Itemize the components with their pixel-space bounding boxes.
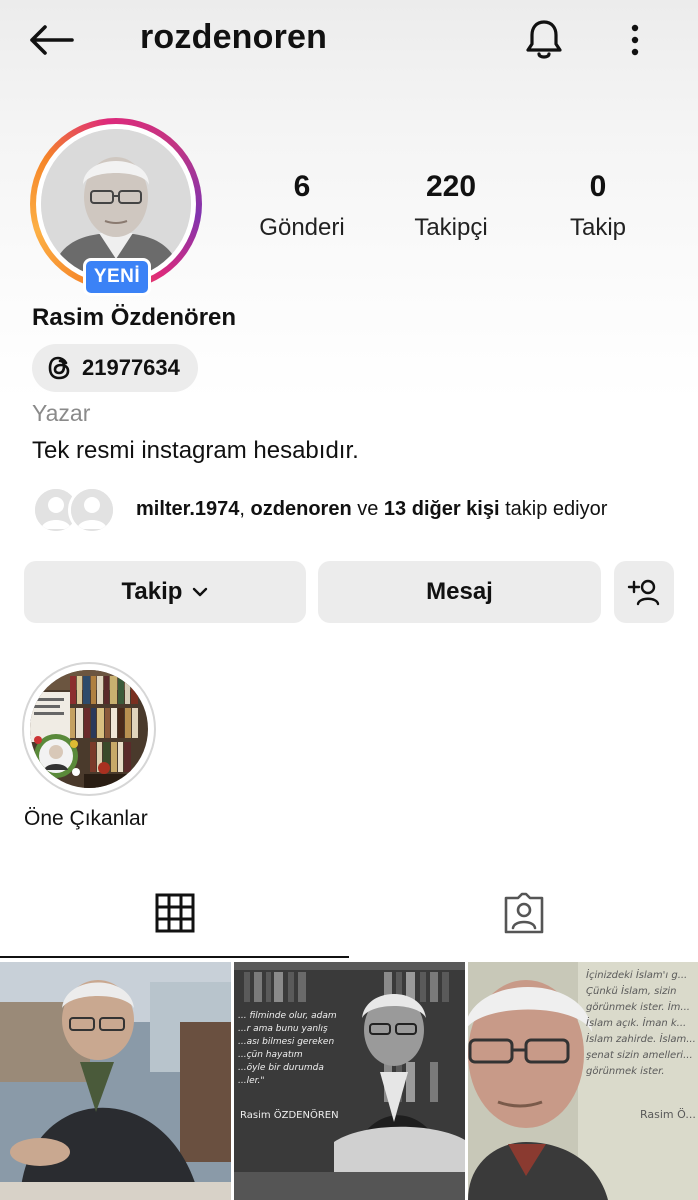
following-button[interactable]: Takip: [24, 561, 306, 623]
highlight-ring: [22, 662, 156, 796]
tagged-person-icon: [504, 892, 543, 934]
highlight-cover: [30, 670, 148, 788]
posts-grid: ... filminde olur, adam ...r ama bunu ya…: [0, 962, 698, 1200]
message-button-label: Mesaj: [426, 578, 493, 605]
post-thumbnail[interactable]: ... filminde olur, adam ...r ama bunu ya…: [234, 962, 465, 1200]
threads-badge[interactable]: 21977634: [32, 344, 198, 392]
stat-value: 220: [425, 170, 477, 203]
more-vertical-icon: [631, 24, 639, 56]
stat-value: 0: [589, 170, 607, 203]
arrow-left-icon: [30, 25, 74, 55]
post-signature: Rasim Ö...: [640, 1108, 696, 1121]
threads-icon: [48, 356, 70, 380]
followed-by-others[interactable]: 13 diğer kişi: [384, 498, 500, 520]
stat-posts[interactable]: 6 Gönderi: [232, 170, 372, 242]
profile-avatar[interactable]: YENİ: [30, 118, 202, 296]
stat-label: Gönderi: [259, 214, 345, 241]
followed-by-text: milter.1974, ozdenoren ve 13 diğer kişi …: [136, 498, 608, 520]
story-highlight[interactable]: Öne Çıkanlar: [22, 662, 156, 830]
profile-page: rozdenoren YENİ 6 Gönderi 220 Takipçi 0 …: [0, 0, 698, 1200]
profile-tabs: [0, 870, 698, 960]
post-signature: Rasim ÖZDENÖREN: [240, 1110, 339, 1121]
profile-username-title: rozdenoren: [140, 18, 328, 56]
stat-label: Takip: [569, 214, 627, 241]
post-quote-text: İçinizdeki İslam'ı g... Çünkü İslam, siz…: [586, 970, 696, 1077]
avatar: [68, 486, 116, 534]
notifications-button[interactable]: [520, 16, 568, 64]
followed-by-user[interactable]: milter.1974: [136, 498, 239, 520]
followed-by-user[interactable]: ozdenoren: [251, 498, 352, 520]
more-options-button[interactable]: [620, 16, 650, 64]
tab-posts-grid[interactable]: [0, 870, 349, 956]
bell-icon: [526, 20, 562, 59]
avatar-photo: [41, 129, 191, 279]
active-tab-indicator: [0, 956, 349, 958]
message-button[interactable]: Mesaj: [318, 561, 601, 623]
new-badge: YENİ: [83, 258, 151, 296]
tab-tagged[interactable]: [349, 870, 698, 956]
threads-handle: 21977634: [82, 355, 180, 380]
stat-value: 6: [293, 170, 311, 203]
post-thumbnail[interactable]: İçinizdeki İslam'ı g... Çünkü İslam, siz…: [468, 962, 698, 1200]
stat-followers[interactable]: 220 Takipçi: [381, 170, 521, 242]
add-person-icon: [627, 579, 660, 606]
followed-by[interactable]: milter.1974, ozdenoren ve 13 diğer kişi …: [32, 482, 682, 538]
post-thumbnail[interactable]: [0, 962, 231, 1200]
stat-label: Takipçi: [414, 214, 488, 241]
chevron-down-icon: [193, 587, 208, 597]
following-button-label: Takip: [121, 578, 183, 605]
post-quote-text: ... filminde olur, adam ...r ama bunu ya…: [238, 1011, 337, 1086]
stat-following[interactable]: 0 Takip: [528, 170, 668, 242]
top-bar: rozdenoren: [0, 0, 698, 80]
grid-icon: [155, 893, 194, 933]
back-button[interactable]: [28, 18, 80, 62]
profile-bio: Tek resmi instagram hesabıdır.: [32, 437, 359, 464]
profile-category: Yazar: [32, 400, 91, 426]
suggested-users-button[interactable]: [614, 561, 674, 623]
highlight-label: Öne Çıkanlar: [24, 807, 148, 830]
display-name: Rasim Özdenören: [32, 304, 237, 331]
